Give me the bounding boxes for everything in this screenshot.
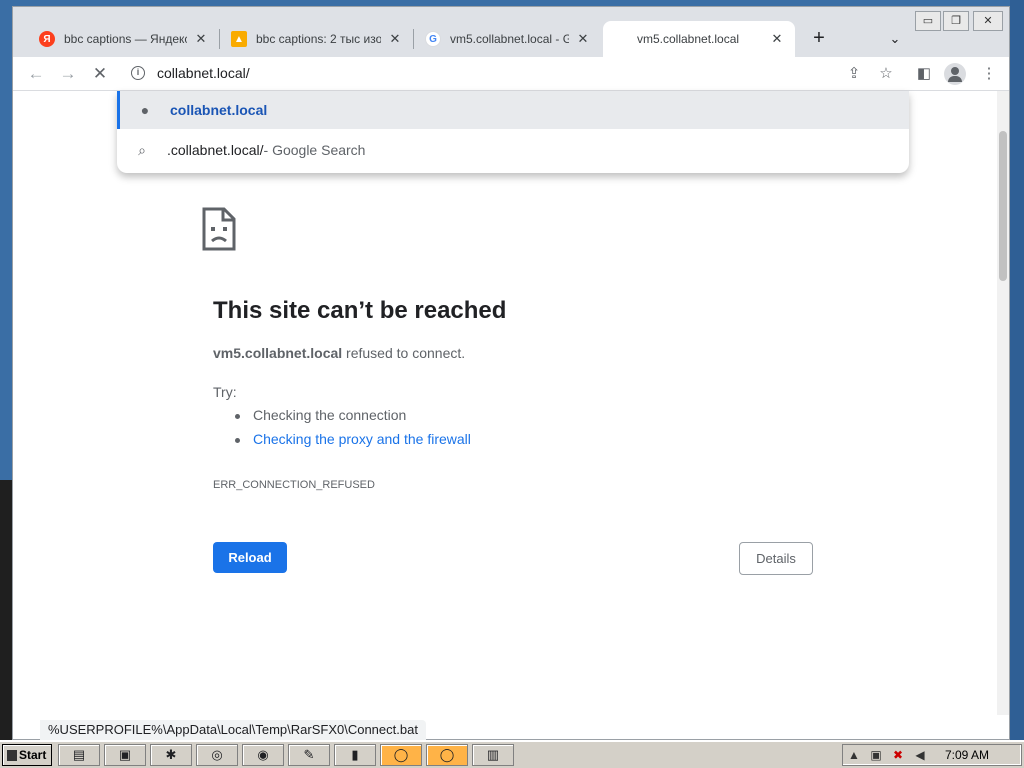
page-content: This site can’t be reached vm5.collabnet…: [13, 91, 1009, 715]
tab-separator: [219, 29, 220, 49]
desktop-edge: [1010, 0, 1024, 740]
error-description: vm5.collabnet.local refused to connect.: [213, 345, 465, 361]
tab-title: vm5.collabnet.local - Go: [450, 32, 569, 46]
page-title: This site can’t be reached: [213, 297, 507, 324]
address-bar[interactable]: i collabnet.local/ ⇪ ☆: [117, 58, 909, 90]
desktop-edge-left: [0, 480, 12, 740]
sad-document-icon: [202, 207, 236, 251]
tab-title: bbc captions — Яндекс: [64, 32, 187, 46]
menu-kebab-icon[interactable]: ⋮: [976, 62, 1002, 88]
tab-title: bbc captions: 2 тыс изо: [256, 32, 381, 46]
tab-search-button[interactable]: ⌄: [881, 25, 909, 53]
close-window-button[interactable]: ✕: [973, 11, 1003, 31]
side-panel-icon[interactable]: ◧: [911, 62, 937, 88]
tab-active[interactable]: vm5.collabnet.local ✕: [603, 21, 795, 57]
yandex-icon: Я: [39, 31, 55, 47]
tab-google-search[interactable]: G vm5.collabnet.local - Go ✕: [415, 21, 601, 57]
tab-yandex[interactable]: Я bbc captions — Яндекс ✕: [29, 21, 219, 57]
network-error-icon[interactable]: ✖: [887, 748, 909, 762]
list-item: Checking the proxy and the firewall: [233, 431, 471, 455]
paint-icon[interactable]: ✎: [288, 744, 330, 766]
suggestion-item[interactable]: ● collabnet.local: [117, 91, 909, 129]
status-bar: %USERPROFILE%\AppData\Local\Temp\RarSFX0…: [40, 720, 426, 740]
profile-avatar-icon[interactable]: [944, 63, 966, 85]
close-tab-icon[interactable]: ✕: [193, 31, 209, 47]
error-code: ERR_CONNECTION_REFUSED: [213, 479, 375, 491]
folder-icon[interactable]: ▤: [58, 744, 100, 766]
volume-icon[interactable]: ◀: [909, 748, 931, 762]
tab-images[interactable]: ▲ bbc captions: 2 тыс изо ✕: [221, 21, 413, 57]
browser-window: Я bbc captions — Яндекс ✕ ▲ bbc captions…: [12, 6, 1010, 740]
error-host: vm5.collabnet.local: [213, 345, 343, 361]
tools-icon[interactable]: ✱: [150, 744, 192, 766]
address-input[interactable]: collabnet.local/: [157, 65, 250, 81]
close-tab-icon[interactable]: ✕: [769, 31, 785, 47]
calendar-icon[interactable]: ▣: [104, 744, 146, 766]
chrome-icon[interactable]: ◉: [242, 744, 284, 766]
details-button[interactable]: Details: [739, 542, 813, 575]
list-item: Checking the connection: [233, 407, 471, 431]
orange-app-icon-2[interactable]: ◯: [426, 744, 468, 766]
tab-separator: [413, 29, 414, 49]
start-label: Start: [19, 748, 47, 762]
try-label: Try:: [213, 384, 237, 400]
suggestion-text: .collabnet.local/: [167, 142, 264, 158]
notepad-icon[interactable]: ▥: [472, 744, 514, 766]
orange-app-icon[interactable]: ◯: [380, 744, 422, 766]
tab-title: vm5.collabnet.local: [637, 32, 740, 46]
omnibox-dropdown: ● collabnet.local ⌕ .collabnet.local/ - …: [117, 91, 909, 173]
reload-button[interactable]: Reload: [213, 542, 287, 573]
scrollbar-thumb[interactable]: [999, 131, 1007, 281]
vertical-scrollbar[interactable]: [997, 91, 1009, 715]
suggestions-list: Checking the connection Checking the pro…: [233, 407, 471, 455]
opera-icon[interactable]: ◎: [196, 744, 238, 766]
restore-button[interactable]: ❐: [943, 11, 969, 31]
forward-button[interactable]: →: [55, 61, 81, 87]
tray-arrow-icon[interactable]: ▲: [843, 748, 865, 762]
stop-loading-button[interactable]: ✕: [87, 61, 113, 87]
share-icon[interactable]: ⇪: [843, 63, 865, 85]
network-icon[interactable]: ▣: [865, 748, 887, 762]
windows-logo-icon: [7, 750, 17, 761]
close-tab-icon[interactable]: ✕: [387, 31, 403, 47]
app-icon[interactable]: ▮: [334, 744, 376, 766]
clock[interactable]: 7:09 AM: [945, 748, 989, 762]
error-description-suffix: refused to connect.: [342, 345, 466, 361]
info-icon[interactable]: i: [131, 66, 145, 80]
close-tab-icon[interactable]: ✕: [575, 31, 591, 47]
google-icon: G: [425, 31, 441, 47]
back-button[interactable]: ←: [23, 61, 49, 87]
suggestion-text: collabnet.local: [170, 102, 268, 118]
globe-icon: ●: [140, 102, 150, 118]
taskbar: Start ▤ ▣ ✱ ◎ ◉ ✎ ▮ ◯ ◯ ▥ ▲ ▣ ✖ ◀ 7:09 A…: [0, 740, 1024, 768]
toolbar: ← → ✕ i collabnet.local/ ⇪ ☆ ◧ ⋮: [13, 57, 1009, 91]
system-tray: ▲ ▣ ✖ ◀ 7:09 AM: [842, 744, 1022, 766]
start-button[interactable]: Start: [2, 744, 52, 766]
suggestion-suffix: - Google Search: [263, 142, 366, 158]
minimize-button[interactable]: ▭: [915, 11, 941, 31]
image-icon: ▲: [231, 31, 247, 47]
suggestion-text: Checking the connection: [253, 407, 407, 423]
suggestion-item[interactable]: ⌕ .collabnet.local/ - Google Search: [117, 131, 909, 169]
new-tab-button[interactable]: +: [805, 25, 833, 53]
tab-strip: Я bbc captions — Яндекс ✕ ▲ bbc captions…: [13, 7, 1009, 57]
search-icon: ⌕: [138, 141, 146, 158]
proxy-firewall-link[interactable]: Checking the proxy and the firewall: [253, 431, 471, 447]
bookmark-star-icon[interactable]: ☆: [875, 63, 897, 85]
